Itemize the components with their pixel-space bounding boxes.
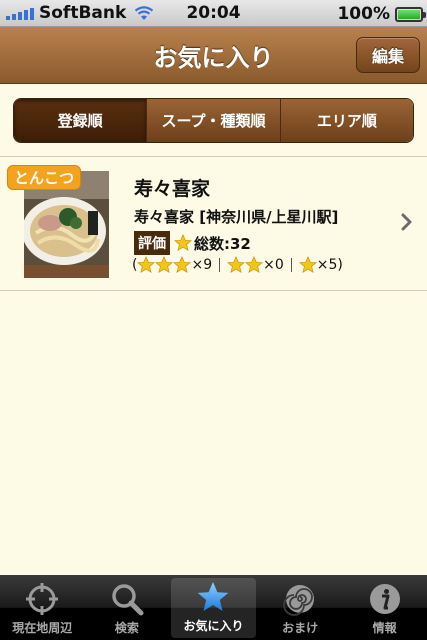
tab-label: お気に入り	[183, 619, 244, 633]
battery-percent: 100%	[337, 4, 390, 24]
star-icon	[198, 582, 229, 611]
segment-registration-order[interactable]: 登録順	[14, 99, 147, 142]
tab-label: 現在地周辺	[12, 621, 73, 635]
rating-row: 評価 総数:32	[134, 231, 251, 255]
page-title: お気に入り	[153, 43, 274, 72]
total-count: 総数:32	[194, 234, 251, 253]
star-icon	[227, 256, 246, 273]
status-bar: SoftBank 20:04 100%	[0, 0, 427, 27]
tab-search[interactable]: 検索	[85, 575, 170, 640]
segment-area-order[interactable]: エリア順	[279, 99, 413, 142]
star-icon	[137, 256, 156, 273]
edit-button[interactable]: 編集	[356, 37, 420, 73]
sort-segmented-control: 登録順 スープ・種類順 エリア順	[13, 98, 414, 143]
one-star-count: ×5)	[316, 257, 343, 273]
tab-nearby[interactable]: 現在地周辺	[0, 575, 85, 640]
rating-breakdown: ( ×9 ×0 ×5)	[132, 256, 343, 274]
tab-label: おまけ	[282, 621, 319, 635]
tab-bar: 現在地周辺 検索 お気に入り おまけ 情報	[0, 575, 427, 640]
separator	[219, 258, 221, 272]
list-divider	[0, 290, 427, 291]
battery-icon	[395, 6, 426, 22]
two-star-count: ×0	[263, 257, 284, 273]
tab-label: 情報	[372, 621, 397, 635]
tab-extras[interactable]: おまけ	[258, 575, 343, 640]
soup-type-tag: とんこつ	[7, 165, 82, 190]
shop-location: 寿々喜家 [神奈川県/上星川駅]	[134, 208, 339, 226]
three-star-count: ×9	[191, 257, 213, 273]
star-icon	[173, 256, 192, 273]
tab-favorites[interactable]: お気に入り	[171, 578, 256, 638]
naruto-icon	[283, 585, 315, 616]
tab-info[interactable]: 情報	[342, 575, 427, 640]
info-icon	[369, 584, 400, 614]
star-icon	[155, 256, 174, 273]
favorite-list-item[interactable]: とんこつ 寿々喜家 寿々喜家 [神奈川県/上星川駅] 評価 総数:32 ( ×9…	[0, 157, 427, 290]
segment-soup-type-order[interactable]: スープ・種類順	[146, 99, 280, 142]
rating-label: 評価	[134, 231, 170, 255]
total-ratings: 総数:32	[174, 233, 251, 254]
star-icon	[174, 234, 192, 251]
crosshair-icon	[26, 583, 59, 615]
navigation-bar: お気に入り 編集	[0, 27, 427, 84]
chevron-right-icon	[401, 213, 412, 231]
star-icon	[245, 256, 264, 273]
separator	[290, 258, 292, 272]
shop-name: 寿々喜家	[134, 178, 211, 200]
star-icon	[298, 256, 317, 273]
magnifier-icon	[112, 584, 144, 616]
tab-label: 検索	[114, 621, 139, 635]
